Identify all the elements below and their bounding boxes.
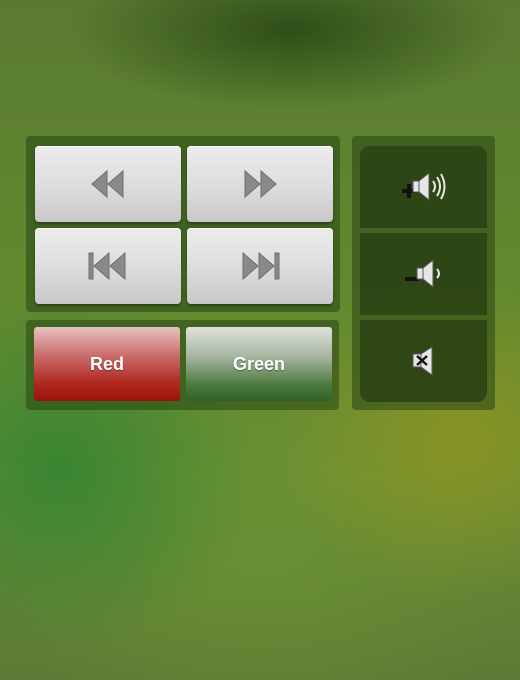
volume-up-icon [401,171,445,202]
volume-down-button[interactable] [360,233,487,315]
volume-down-icon [404,258,440,289]
fast-forward-icon [244,169,277,199]
green-button-label: Green [232,353,286,374]
skip-previous-icon [88,251,126,281]
volume-panel [352,136,495,410]
mute-icon [412,346,432,376]
skip-previous-button[interactable] [35,228,181,304]
red-button-label: Red [89,353,124,374]
mute-button[interactable] [360,320,487,402]
skip-next-button[interactable] [187,228,333,304]
skip-next-icon [242,251,280,281]
fast-forward-button[interactable] [187,146,333,222]
volume-up-button[interactable] [360,146,487,228]
red-button[interactable]: Red [34,327,180,401]
green-button[interactable]: Green [186,327,332,401]
color-buttons-panel: Red Green [26,320,339,410]
transport-panel [26,136,340,312]
rewind-button[interactable] [35,146,181,222]
rewind-icon [91,169,124,199]
